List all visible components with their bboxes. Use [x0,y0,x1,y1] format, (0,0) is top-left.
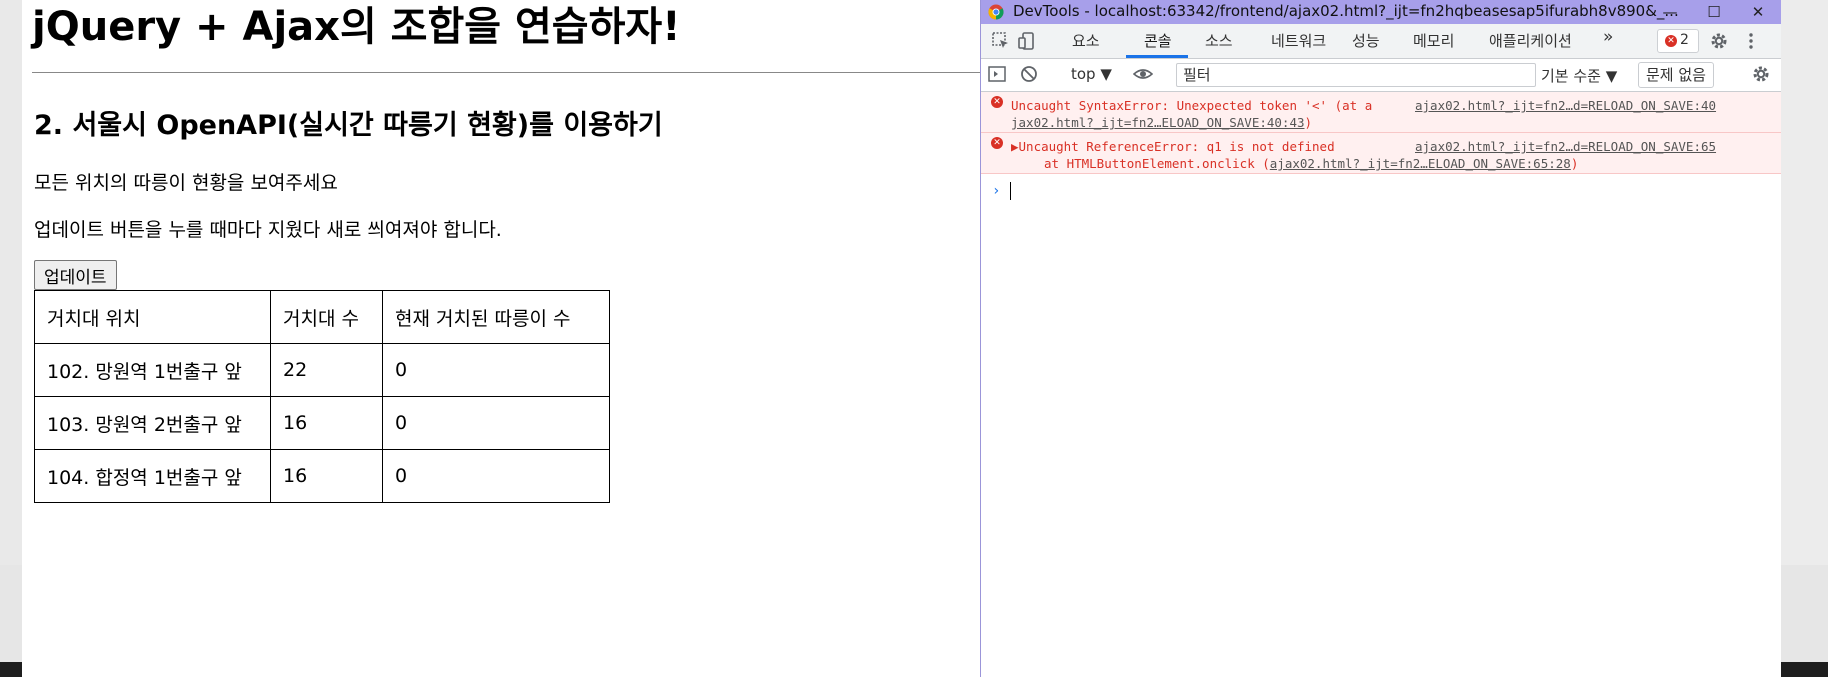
taskbar-edge-right [1780,662,1828,677]
update-button[interactable]: 업데이트 [34,260,117,290]
console-error-message: ✕ ▶Uncaught ReferenceError: q1 is not de… [981,133,1781,174]
live-expression-eye-icon[interactable] [1133,64,1153,84]
clear-console-icon[interactable] [1019,64,1039,84]
cell-bike-count: 0 [382,343,610,397]
console-prompt-icon: › [992,183,1001,199]
title-divider [32,72,980,73]
header-bike-count: 현재 거치된 따릉이 수 [382,290,610,344]
chrome-icon [988,4,1004,20]
web-page: jQuery + Ajax의 조합을 연습하자! 2. 서울시 OpenAPI(… [22,0,980,677]
filter-input[interactable]: 필터 [1176,63,1536,87]
header-location: 거치대 위치 [34,290,271,344]
cell-bike-count: 0 [382,396,610,450]
error-source-link[interactable]: ajax02.html?_ijt=fn2…d=RELOAD_ON_SAVE:40 [1415,98,1716,113]
maximize-icon[interactable]: ☐ [1692,0,1736,24]
error-count: 2 [1680,32,1689,48]
cell-location: 103. 망원역 2번출구 앞 [34,396,271,450]
devtools-window: DevTools - localhost:63342/frontend/ajax… [980,0,1781,677]
section-heading: 2. 서울시 OpenAPI(실시간 따릉기 현황)를 이용하기 [34,110,663,141]
stack-frame-link[interactable]: ajax02.html?_ijt=fn2…ELOAD_ON_SAVE:65:28 [1270,156,1571,171]
error-text[interactable]: ▶Uncaught ReferenceError: q1 is not defi… [1011,139,1335,154]
table-header-row: 거치대 위치 거치대 수 현재 거치된 따릉이 수 [34,290,610,344]
context-select[interactable]: top ▼ [1071,65,1112,83]
error-location-link[interactable]: jax02.html?_ijt=fn2…ELOAD_ON_SAVE:40:43 [1011,115,1305,130]
sidebar-toggle-icon[interactable] [987,64,1007,84]
desktop-background-right [1780,0,1828,565]
more-options-icon[interactable] [1741,31,1761,51]
devtools-title: DevTools - localhost:63342/frontend/ajax… [1013,2,1679,20]
table-row: 103. 망원역 2번출구 앞 16 0 [34,396,610,450]
tab-application[interactable]: 애플리케이션 [1489,30,1572,51]
error-text-end: ) [1304,115,1313,130]
header-rack-count: 거치대 수 [270,290,383,344]
description-2: 업데이트 버튼을 누를 때마다 지웠다 새로 씌여져야 합니다. [34,219,502,241]
devtools-titlebar[interactable]: DevTools - localhost:63342/frontend/ajax… [981,0,1781,24]
taskbar-edge-left [0,662,22,677]
cell-rack-count: 22 [270,343,383,397]
cell-rack-count: 16 [270,396,383,450]
more-tabs-icon[interactable]: » [1603,27,1613,47]
cell-bike-count: 0 [382,449,610,503]
console-toolbar: top ▼ 필터 기본 수준 ▼ 문제 없음 [981,59,1781,92]
minimize-icon[interactable]: — [1648,0,1692,24]
table-row: 104. 합정역 1번출구 앞 16 0 [34,449,610,503]
bike-station-table: 거치대 위치 거치대 수 현재 거치된 따릉이 수 102. 망원역 1번출구 … [34,290,610,503]
console-settings-icon[interactable] [1751,64,1771,84]
tab-performance[interactable]: 성능 [1352,30,1380,51]
page-title: jQuery + Ajax의 조합을 연습하자! [32,4,681,50]
close-icon[interactable]: ✕ [1736,0,1780,24]
tab-network[interactable]: 네트워크 [1271,30,1326,51]
tab-sources[interactable]: 소스 [1205,30,1233,51]
tab-elements[interactable]: 요소 [1072,30,1100,51]
log-level-select[interactable]: 기본 수준 ▼ [1541,65,1617,86]
tab-console[interactable]: 콘솔 [1144,30,1172,51]
cell-location: 102. 망원역 1번출구 앞 [34,343,271,397]
cell-location: 104. 합정역 1번출구 앞 [34,449,271,503]
tab-memory[interactable]: 메모리 [1413,30,1454,51]
settings-gear-icon[interactable] [1709,31,1729,51]
console-input-cursor[interactable] [1010,182,1011,200]
console-error-message: ✕ Uncaught SyntaxError: Unexpected token… [981,92,1781,133]
active-tab-indicator [1126,55,1188,58]
inspect-element-icon[interactable] [991,31,1011,51]
stack-frame-text: at HTMLButtonElement.onclick ( [1044,156,1270,171]
error-count-badge[interactable]: ✕ 2 [1657,29,1699,53]
issues-button[interactable]: 문제 없음 [1638,62,1714,88]
device-toolbar-icon[interactable] [1017,31,1037,51]
error-text: Uncaught SyntaxError: Unexpected token '… [1011,98,1373,113]
cell-rack-count: 16 [270,449,383,503]
table-row: 102. 망원역 1번출구 앞 22 0 [34,343,610,397]
error-icon: ✕ [991,137,1003,149]
description-1: 모든 위치의 따릉이 현황을 보여주세요 [34,172,338,194]
devtools-tabbar: 요소 콘솔 소스 네트워크 성능 메모리 애플리케이션 » ✕ 2 [981,24,1781,59]
error-text-end: ) [1570,156,1579,171]
error-icon: ✕ [1665,35,1677,47]
error-icon: ✕ [991,96,1003,108]
error-source-link[interactable]: ajax02.html?_ijt=fn2…d=RELOAD_ON_SAVE:65 [1415,139,1716,154]
